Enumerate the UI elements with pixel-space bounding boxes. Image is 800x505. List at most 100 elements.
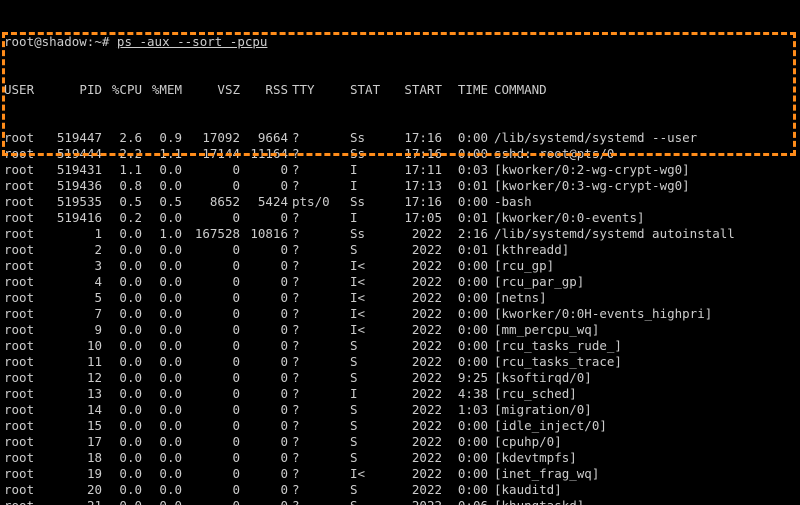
cell-pid: 11: [44, 354, 102, 370]
cell-cpu: 0.0: [102, 242, 142, 258]
cell-time: 1:03: [442, 402, 488, 418]
cell-cmd: [kworker/0:0H-events_highpri]: [488, 306, 712, 322]
cell-rss: 0: [240, 418, 288, 434]
cell-vsz: 0: [182, 354, 240, 370]
cell-vsz: 0: [182, 338, 240, 354]
cell-tty: ?: [288, 306, 350, 322]
cell-mem: 0.0: [142, 306, 182, 322]
cell-user: root: [4, 482, 44, 498]
cell-rss: 0: [240, 242, 288, 258]
header-pid: PID: [44, 82, 102, 98]
cell-cmd: [kdevtmpfs]: [488, 450, 577, 466]
cell-start: 2022: [396, 498, 442, 505]
cell-mem: 0.0: [142, 482, 182, 498]
cell-vsz: 17144: [182, 146, 240, 162]
cell-mem: 0.0: [142, 338, 182, 354]
cell-start: 17:05: [396, 210, 442, 226]
cell-start: 2022: [396, 450, 442, 466]
header-time: TIME: [442, 82, 488, 98]
cell-start: 2022: [396, 354, 442, 370]
cell-mem: 0.0: [142, 354, 182, 370]
cell-tty: ?: [288, 418, 350, 434]
cell-mem: 0.0: [142, 290, 182, 306]
cell-vsz: 0: [182, 274, 240, 290]
cell-pid: 12: [44, 370, 102, 386]
cell-user: root: [4, 402, 44, 418]
cell-cmd: [rcu_gp]: [488, 258, 554, 274]
cell-stat: S: [350, 498, 396, 505]
cell-mem: 0.0: [142, 402, 182, 418]
cell-user: root: [4, 274, 44, 290]
header-cmd: COMMAND: [488, 82, 547, 98]
cell-pid: 519535: [44, 194, 102, 210]
cell-time: 0:00: [442, 450, 488, 466]
cell-tty: ?: [288, 354, 350, 370]
header-stat: STAT: [350, 82, 396, 98]
cell-cpu: 0.0: [102, 386, 142, 402]
cell-tty: ?: [288, 290, 350, 306]
cell-rss: 0: [240, 338, 288, 354]
cell-tty: ?: [288, 482, 350, 498]
table-row: root90.00.000?I<20220:00[mm_percpu_wq]: [4, 322, 796, 338]
cell-time: 0:06: [442, 498, 488, 505]
cell-user: root: [4, 178, 44, 194]
cell-vsz: 0: [182, 210, 240, 226]
cell-time: 0:00: [442, 194, 488, 210]
header-vsz: VSZ: [182, 82, 240, 98]
cell-stat: I<: [350, 258, 396, 274]
cell-cpu: 0.0: [102, 338, 142, 354]
cell-start: 2022: [396, 242, 442, 258]
cell-time: 0:00: [442, 322, 488, 338]
header-row: USERPID%CPU%MEMVSZRSSTTYSTATSTARTTIMECOM…: [4, 82, 796, 98]
cell-cmd: [kworker/0:3-wg-crypt-wg0]: [488, 178, 690, 194]
cell-time: 0:00: [442, 338, 488, 354]
header-rss: RSS: [240, 82, 288, 98]
process-list: root5194472.60.9170929664?Ss17:160:00/li…: [4, 130, 796, 505]
cell-tty: ?: [288, 210, 350, 226]
cell-pid: 519431: [44, 162, 102, 178]
table-row: root130.00.000?I20224:38[rcu_sched]: [4, 386, 796, 402]
cell-vsz: 0: [182, 370, 240, 386]
cell-mem: 0.0: [142, 322, 182, 338]
cell-cpu: 0.0: [102, 450, 142, 466]
cell-start: 2022: [396, 466, 442, 482]
cell-pid: 2: [44, 242, 102, 258]
cell-rss: 0: [240, 258, 288, 274]
cell-user: root: [4, 258, 44, 274]
cell-rss: 0: [240, 498, 288, 505]
cell-stat: S: [350, 450, 396, 466]
cell-user: root: [4, 386, 44, 402]
terminal-window[interactable]: root@shadow:~# ps -aux --sort -pcpu USER…: [0, 0, 800, 505]
cell-mem: 0.0: [142, 370, 182, 386]
prompt-path: ~: [94, 34, 102, 49]
cell-vsz: 0: [182, 498, 240, 505]
cell-time: 0:00: [442, 130, 488, 146]
cell-time: 0:00: [442, 434, 488, 450]
cell-pid: 7: [44, 306, 102, 322]
cell-start: 2022: [396, 434, 442, 450]
cell-cmd: [rcu_par_gp]: [488, 274, 584, 290]
cell-mem: 0.0: [142, 210, 182, 226]
cell-tty: ?: [288, 274, 350, 290]
cell-tty: ?: [288, 434, 350, 450]
cell-mem: 0.0: [142, 242, 182, 258]
cell-rss: 0: [240, 482, 288, 498]
cell-stat: S: [350, 242, 396, 258]
cell-stat: I<: [350, 306, 396, 322]
cell-cmd: [netns]: [488, 290, 547, 306]
cell-vsz: 0: [182, 434, 240, 450]
cell-cpu: 2.6: [102, 130, 142, 146]
cell-cpu: 0.0: [102, 258, 142, 274]
cell-mem: 0.0: [142, 274, 182, 290]
cell-cpu: 0.0: [102, 306, 142, 322]
cell-tty: ?: [288, 370, 350, 386]
cell-stat: I<: [350, 322, 396, 338]
cell-cmd: [migration/0]: [488, 402, 592, 418]
cell-pid: 9: [44, 322, 102, 338]
prompt-sep2: #: [102, 34, 117, 49]
cell-rss: 0: [240, 466, 288, 482]
cell-rss: 0: [240, 370, 288, 386]
cell-tty: ?: [288, 450, 350, 466]
cell-stat: I: [350, 210, 396, 226]
cell-user: root: [4, 210, 44, 226]
